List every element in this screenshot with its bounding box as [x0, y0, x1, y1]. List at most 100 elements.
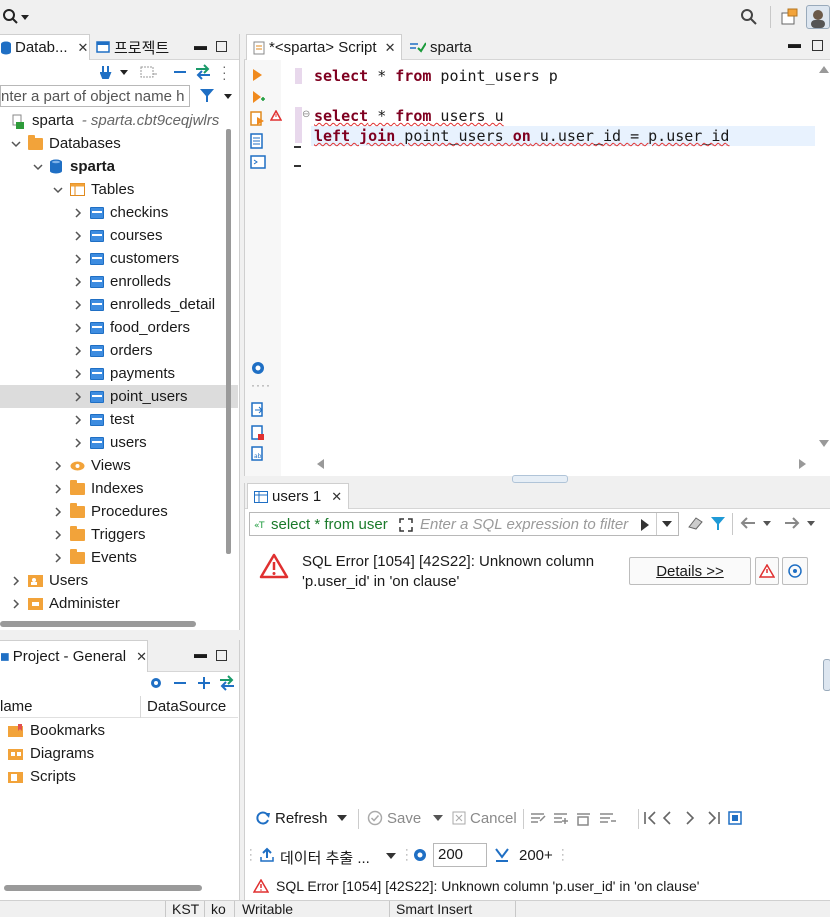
tree-databases[interactable]: Databases	[0, 132, 238, 155]
cancel-button[interactable]: Cancel	[470, 810, 517, 827]
tab-database-navigator[interactable]: Datab... ✕	[0, 34, 90, 60]
chevron-right-icon[interactable]	[52, 460, 64, 472]
code-line-3[interactable]: select * from users u	[314, 106, 504, 126]
chevron-right-icon[interactable]	[72, 253, 84, 265]
table-item[interactable]: payments	[0, 362, 238, 385]
table-item[interactable]: customers	[0, 247, 238, 270]
refresh-icon[interactable]	[255, 810, 271, 826]
export-data-icon[interactable]	[259, 847, 275, 863]
tree-connection-sparta[interactable]: sparta - sparta.cbt9ceqjwlrs	[0, 109, 238, 132]
chevron-down-icon[interactable]	[32, 161, 44, 173]
new-folder-icon[interactable]	[140, 64, 158, 80]
close-icon[interactable]: ✕	[331, 489, 342, 505]
chevron-right-icon[interactable]	[72, 391, 84, 403]
table-item[interactable]: enrolleds	[0, 270, 238, 293]
expand-all-icon[interactable]	[196, 675, 212, 691]
chevron-right-icon[interactable]	[10, 598, 22, 610]
history-forward-icon[interactable]	[783, 515, 823, 531]
chevron-right-icon[interactable]	[72, 414, 84, 426]
maximize-icon[interactable]	[812, 40, 823, 51]
tab-project[interactable]: 프로젝트	[96, 34, 169, 60]
expand-icon[interactable]	[398, 517, 414, 533]
collapse-all-icon[interactable]	[172, 64, 188, 80]
tree-users[interactable]: Users	[0, 569, 238, 592]
tree-administer[interactable]: Administer	[0, 592, 238, 615]
chevron-right-icon[interactable]	[72, 368, 84, 380]
vertical-scrollbar[interactable]	[226, 129, 231, 554]
error-log-button[interactable]	[755, 557, 779, 585]
code-line-4[interactable]: left join point_users on u.user_id = p.u…	[314, 126, 729, 146]
tree-folder-procedures[interactable]: Procedures	[0, 500, 238, 523]
chevron-right-icon[interactable]	[72, 345, 84, 357]
project-item-bookmarks[interactable]: Bookmarks	[0, 719, 238, 742]
tree-folder-triggers[interactable]: Triggers	[0, 523, 238, 546]
execute-script-icon[interactable]	[250, 111, 266, 127]
search-icon[interactable]	[740, 8, 758, 26]
open-perspective-icon[interactable]	[780, 8, 798, 26]
column-name-header[interactable]: lame	[0, 698, 33, 715]
minimize-icon[interactable]: ▬	[788, 36, 801, 51]
close-icon[interactable]: ✕	[78, 40, 89, 56]
tab-results-users[interactable]: users 1 ✕	[247, 483, 350, 509]
drag-handle[interactable]: · · ·	[405, 845, 409, 866]
table-item[interactable]: checkins	[0, 201, 238, 224]
chevron-right-icon[interactable]	[72, 230, 84, 242]
tree-tables[interactable]: Tables	[0, 178, 238, 201]
gear-icon[interactable]	[412, 847, 428, 863]
row-edit-icons[interactable]	[530, 811, 640, 827]
chevron-down-icon[interactable]	[10, 138, 22, 150]
export-data-button[interactable]: 데이터 추출 ...	[280, 847, 370, 868]
drag-handle[interactable]: · · ·	[249, 845, 253, 866]
collapse-all-icon[interactable]	[172, 675, 188, 691]
minimize-icon[interactable]: ▬	[194, 38, 207, 53]
editor-vertical-scrollbar[interactable]	[815, 60, 830, 454]
search-dropdown-icon[interactable]	[2, 8, 30, 26]
column-datasource-header[interactable]: DataSource	[147, 698, 226, 715]
execute-statement-icon[interactable]	[251, 68, 263, 82]
filter-icon[interactable]	[198, 87, 234, 105]
chevron-down-icon[interactable]	[337, 815, 347, 822]
fold-toggle-icon[interactable]: ⊖	[302, 109, 310, 120]
table-item[interactable]: food_orders	[0, 316, 238, 339]
drag-handle[interactable]: · · ·	[561, 845, 565, 866]
table-item[interactable]: test	[0, 408, 238, 431]
close-icon[interactable]: ✕	[385, 40, 396, 56]
link-editor-icon[interactable]	[218, 675, 236, 691]
sql-editor[interactable]: ···· ab ⊖ select * from point_users p se…	[244, 60, 830, 476]
filter-icon[interactable]	[710, 515, 726, 531]
tree-folder-events[interactable]: Events	[0, 546, 238, 569]
explain-plan-icon[interactable]	[250, 133, 264, 149]
tab-sparta-script[interactable]: *<sparta> Script ✕	[246, 34, 402, 60]
view-menu-icon[interactable]: · · ·	[222, 59, 227, 85]
history-back-icon[interactable]	[739, 515, 779, 531]
save-file-icon[interactable]: ab	[251, 446, 265, 462]
navigation-icons[interactable]	[643, 810, 753, 826]
table-item[interactable]: users	[0, 431, 238, 454]
horizontal-scrollbar[interactable]	[0, 621, 196, 627]
fetch-size-input[interactable]: 200	[433, 843, 487, 867]
gear-icon[interactable]	[148, 675, 164, 691]
side-panel-toggle[interactable]	[823, 659, 830, 691]
chevron-right-icon[interactable]	[52, 529, 64, 541]
filter-input[interactable]: Enter a SQL expression to filter	[420, 516, 628, 533]
project-item-scripts[interactable]: Scripts	[0, 765, 238, 788]
editor-horizontal-scrollbar[interactable]	[311, 456, 815, 472]
chevron-right-icon[interactable]	[72, 299, 84, 311]
chevron-right-icon[interactable]	[72, 276, 84, 288]
avatar[interactable]	[806, 5, 830, 29]
load-file-icon[interactable]	[251, 425, 265, 441]
execute-new-tab-icon[interactable]	[251, 90, 265, 104]
apply-filter-icon[interactable]	[640, 518, 650, 532]
tree-folder-indexes[interactable]: Indexes	[0, 477, 238, 500]
save-button[interactable]: Save	[387, 810, 421, 827]
eraser-icon[interactable]	[687, 515, 705, 531]
chevron-right-icon[interactable]	[52, 552, 64, 564]
fetch-next-icon[interactable]	[494, 847, 510, 863]
table-item[interactable]: courses	[0, 224, 238, 247]
details-button[interactable]: Details >>	[629, 557, 751, 585]
close-icon[interactable]: ✕	[136, 649, 147, 665]
refresh-button[interactable]: Refresh	[275, 810, 328, 827]
export-icon[interactable]	[251, 402, 265, 418]
active-query-text[interactable]: select * from user	[271, 516, 388, 533]
code-line-1[interactable]: select * from point_users p	[314, 66, 558, 86]
